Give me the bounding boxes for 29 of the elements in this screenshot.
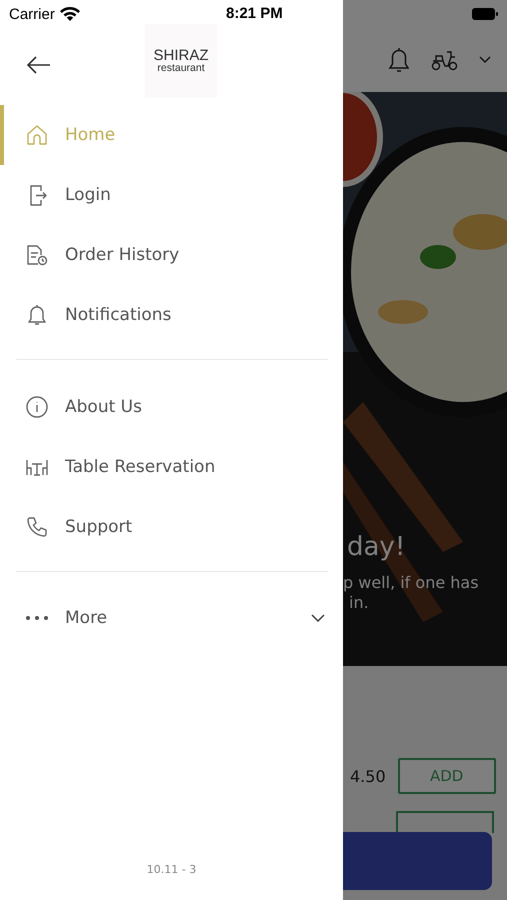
dim-overlay[interactable] — [343, 0, 507, 900]
banner-heading: day! — [346, 532, 406, 564]
more-menu-item[interactable]: More — [0, 588, 343, 648]
menu-item[interactable]: Notifications — [0, 285, 343, 345]
menu-item[interactable]: Order History — [0, 225, 343, 285]
clock-time: 8:21 PM — [226, 5, 283, 22]
app-version: 10.11 - 3 — [146, 863, 196, 876]
menu-item[interactable]: Support — [0, 497, 343, 557]
price-text: 4.50 — [350, 766, 386, 786]
chevron-icon — [311, 614, 325, 622]
logo-title: SHIRAZ — [153, 48, 208, 63]
document-clock-icon — [25, 243, 49, 267]
carrier-name: Carrier — [9, 6, 55, 22]
wifi-icon — [60, 7, 80, 21]
battery-icon — [472, 8, 498, 20]
more-dots-icon — [25, 615, 49, 621]
banner-text: in. — [348, 593, 370, 614]
menu-item[interactable]: About Us — [0, 377, 343, 437]
scooter-icon[interactable] — [431, 49, 459, 71]
chevron-icon[interactable] — [479, 56, 491, 64]
logo-subtitle: restaurant — [157, 62, 205, 74]
phone-icon — [25, 515, 49, 539]
back-arrow-icon[interactable] — [27, 56, 51, 74]
bell-icon[interactable] — [387, 46, 411, 74]
banner-text: p well, if one has — [343, 573, 479, 594]
home-icon — [25, 123, 49, 147]
menu-item[interactable]: Table Reservation — [0, 437, 343, 497]
menu-item[interactable]: Login — [0, 165, 343, 225]
info-icon — [25, 395, 49, 419]
